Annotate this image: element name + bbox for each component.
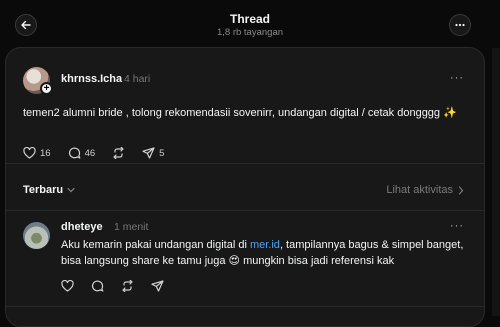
reply-repost-button[interactable] — [121, 280, 134, 292]
divider — [6, 163, 484, 164]
post-text: temen2 alumni bride , tolong rekomendasi… — [23, 107, 457, 119]
reply-username[interactable]: dheteye — [61, 221, 103, 233]
page-title: Thread — [229, 12, 270, 26]
comment-icon — [68, 147, 80, 159]
scrollbar[interactable] — [492, 48, 500, 316]
post-timestamp: 4 hari — [124, 73, 151, 85]
repost-icon — [122, 280, 133, 292]
view-count: 1,8 rb tayangan — [216, 27, 284, 38]
reply-comment-button[interactable] — [91, 280, 104, 292]
like-button[interactable]: 16 — [23, 147, 51, 159]
share-button[interactable]: 5 — [142, 147, 164, 159]
activity-label: Lihat aktivitas — [386, 184, 453, 196]
more-horizontal-icon — [455, 23, 465, 27]
like-count: 16 — [40, 147, 51, 159]
thread-card: + khrnss.Icha 4 hari ··· temen2 alumni b… — [5, 47, 485, 327]
chevron-down-icon — [67, 187, 75, 193]
reply-timestamp: 1 menit — [114, 221, 149, 233]
post-more-button[interactable]: ··· — [450, 72, 464, 84]
reply-avatar[interactable] — [23, 222, 50, 249]
reply-text: Aku kemarin pakai undangan digital di me… — [61, 237, 466, 269]
reply-link[interactable]: mer.id — [250, 239, 280, 251]
send-icon — [142, 147, 155, 159]
comment-button[interactable]: 46 — [68, 147, 96, 159]
reply-share-button[interactable] — [151, 280, 164, 292]
share-count: 5 — [159, 147, 165, 159]
follow-plus-icon[interactable]: + — [40, 82, 53, 95]
sort-label: Terbaru — [23, 184, 64, 196]
comment-count: 46 — [84, 147, 96, 159]
reply-actions — [61, 280, 181, 292]
heart-icon — [61, 280, 74, 292]
reply-more-button[interactable]: ··· — [450, 220, 464, 232]
more-options-button[interactable] — [449, 14, 471, 36]
comment-icon — [91, 280, 104, 292]
top-bar: Thread 1,8 rb tayangan — [0, 0, 500, 48]
send-icon — [151, 280, 164, 292]
divider — [6, 210, 484, 211]
divider — [6, 306, 484, 307]
repost-button[interactable] — [112, 147, 125, 159]
post-username[interactable]: khrnss.Icha — [61, 73, 122, 85]
heart-icon — [23, 147, 36, 159]
chevron-right-icon — [458, 185, 464, 195]
sort-dropdown[interactable]: Terbaru — [23, 184, 75, 196]
repost-icon — [113, 147, 124, 159]
reply-text-start: Aku kemarin pakai undangan digital di — [61, 239, 250, 251]
reply-like-button[interactable] — [61, 280, 74, 292]
post-actions: 16 46 5 — [23, 147, 181, 159]
view-activity-link[interactable]: Lihat aktivitas — [386, 184, 464, 196]
